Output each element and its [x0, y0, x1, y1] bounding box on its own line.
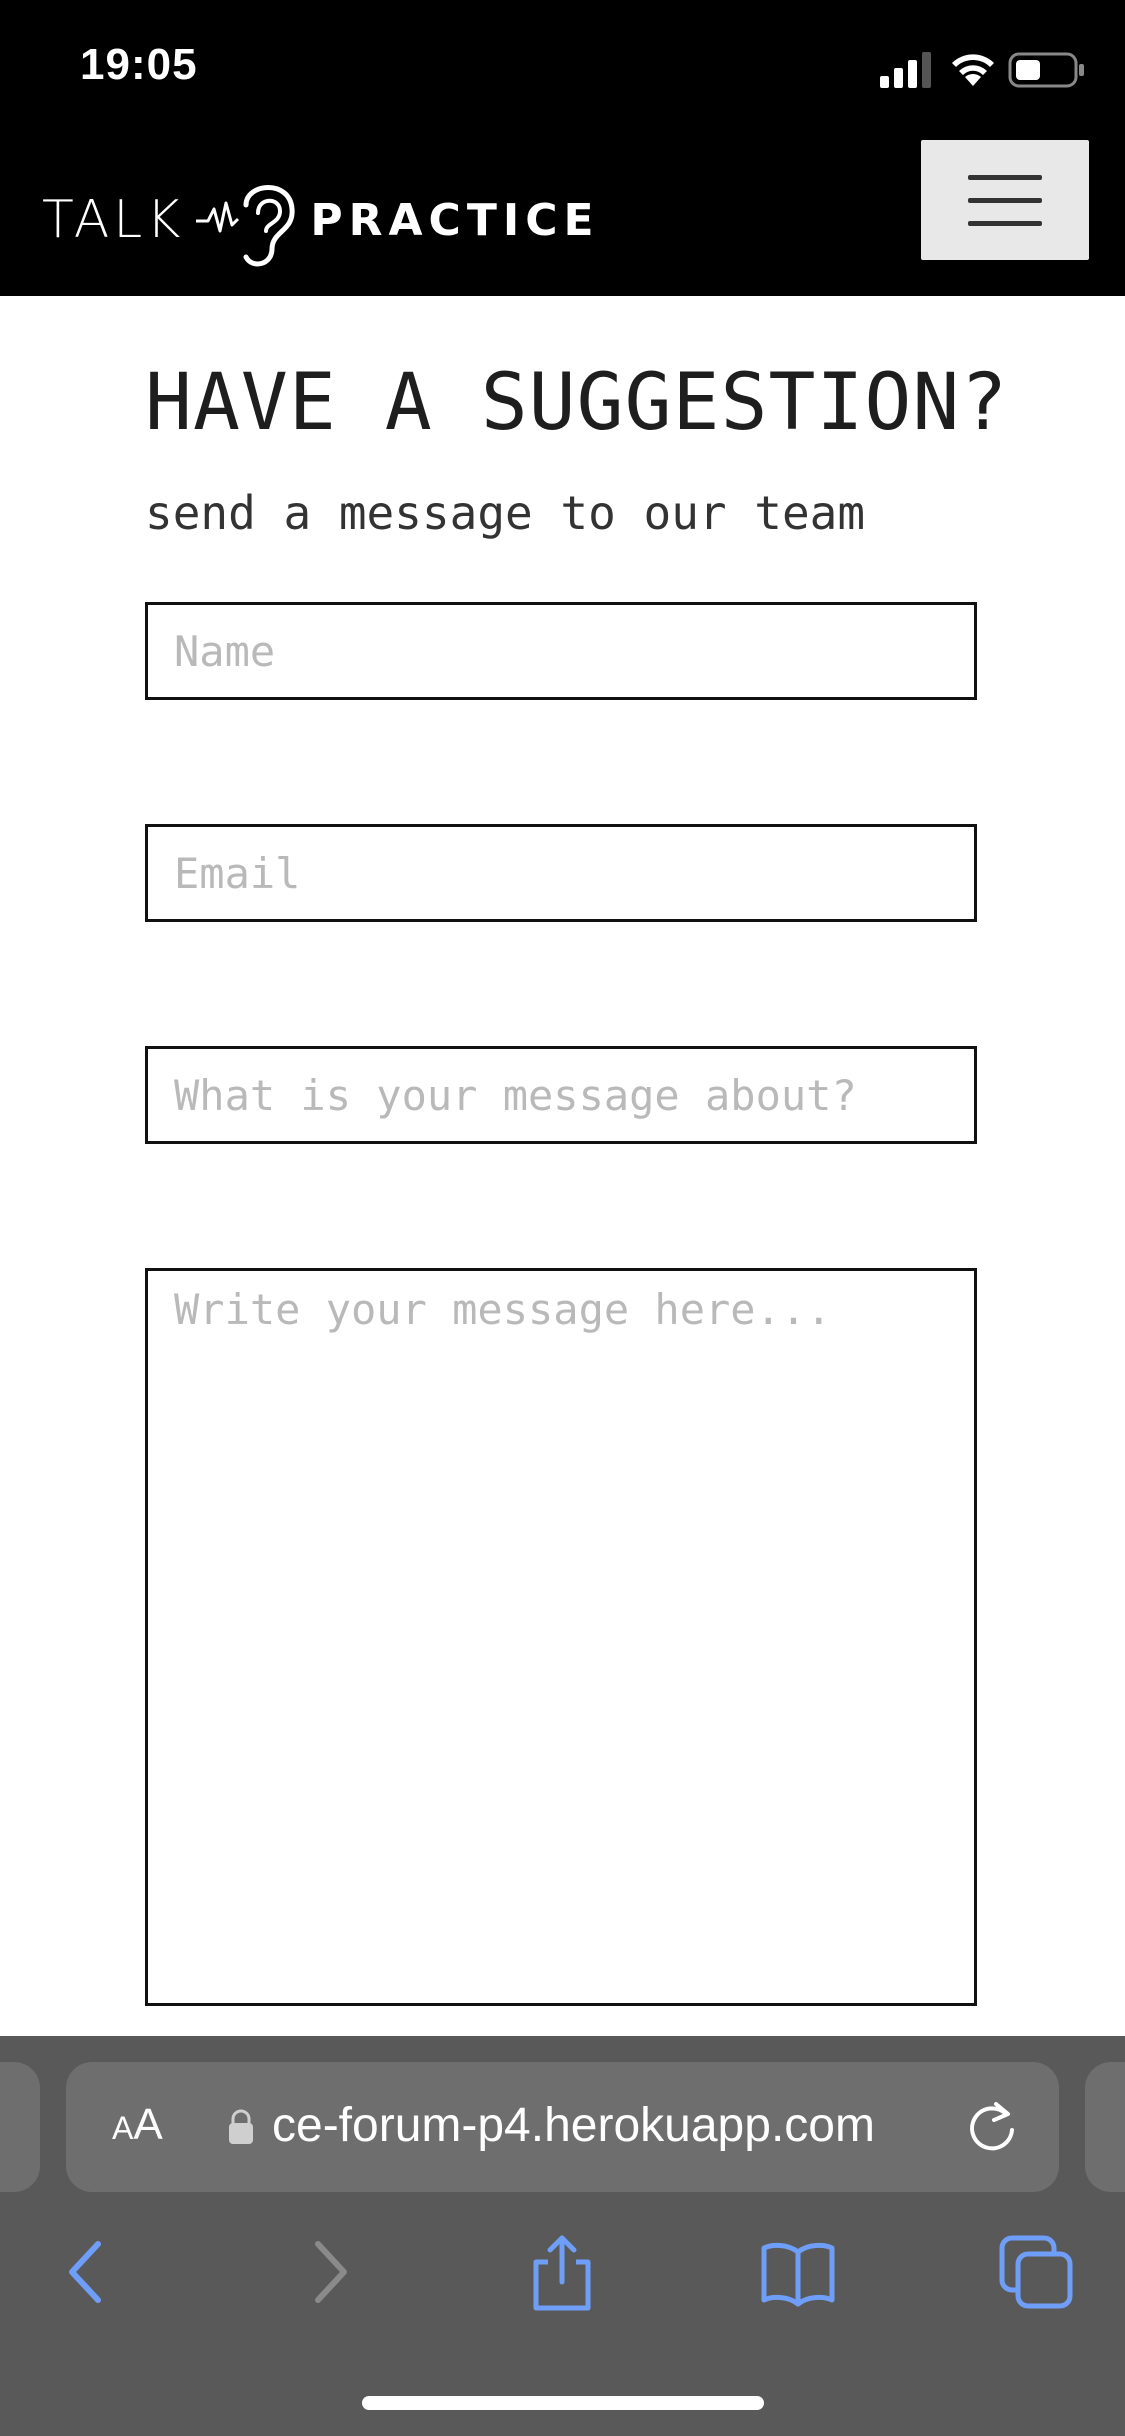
hamburger-icon — [968, 174, 1042, 180]
tabs-icon[interactable] — [996, 2232, 1076, 2312]
previous-tab-preview[interactable] — [0, 2062, 40, 2192]
brand-talk-text: TALK — [42, 190, 185, 250]
page-subtitle: send a message to our team — [145, 486, 866, 540]
hamburger-icon — [968, 197, 1042, 203]
url-text: ce-forum-p4.herokuapp.com — [272, 2099, 875, 2152]
email-input[interactable] — [145, 824, 977, 922]
hamburger-icon — [968, 220, 1042, 226]
chevron-right-icon[interactable] — [290, 2232, 370, 2312]
name-input[interactable] — [145, 602, 977, 700]
text-size-small-a: A — [112, 2110, 134, 2146]
battery-icon — [1008, 52, 1084, 88]
book-icon[interactable] — [758, 2232, 838, 2312]
brand-practice-text: PRACTICE — [310, 194, 600, 246]
chevron-left-icon[interactable] — [46, 2232, 126, 2312]
status-bar: 19:05 — [0, 0, 1125, 140]
reload-icon[interactable] — [966, 2100, 1020, 2156]
page-title: HAVE A SUGGESTION? — [145, 358, 1009, 448]
status-time: 19:05 — [80, 40, 198, 89]
address-bar[interactable]: AA ce-forum-p4.herokuapp.com — [66, 2062, 1059, 2192]
navbar: TALK PRACTICE — [0, 140, 1125, 296]
home-indicator[interactable] — [362, 2396, 764, 2410]
ear-soundwave-icon — [196, 185, 295, 267]
subject-input[interactable] — [145, 1046, 977, 1144]
text-size-button[interactable]: AA — [112, 2100, 163, 2150]
lock-icon — [229, 2109, 253, 2144]
share-icon[interactable] — [522, 2232, 602, 2312]
message-textarea[interactable] — [145, 1268, 977, 2006]
next-tab-preview[interactable] — [1085, 2062, 1125, 2192]
text-size-big-a: A — [133, 2100, 163, 2149]
browser-toolbar: AA ce-forum-p4.herokuapp.com — [0, 2036, 1125, 2436]
menu-toggle-button[interactable] — [921, 140, 1089, 260]
wifi-icon — [952, 54, 994, 86]
cellular-signal-icon — [880, 52, 931, 88]
brand-logo[interactable]: TALK PRACTICE — [42, 150, 600, 290]
